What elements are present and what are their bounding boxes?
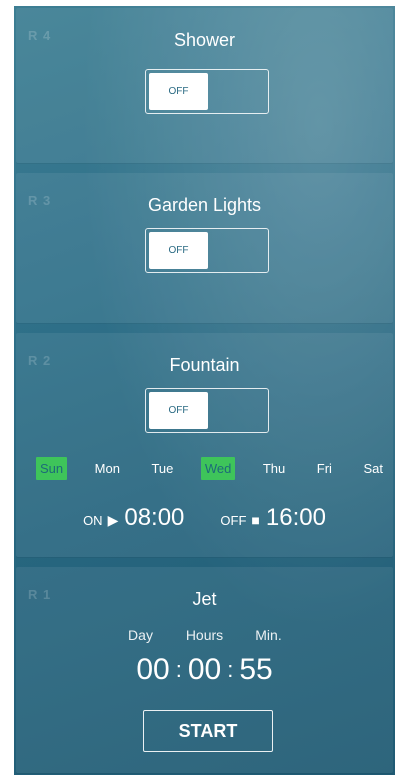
stop-icon: ■ (251, 512, 260, 528)
day-fri[interactable]: Fri (313, 457, 336, 480)
timer-head-hours: Hours (185, 627, 224, 643)
card-title: Shower (173, 30, 236, 50)
day-wed[interactable]: Wed (200, 457, 236, 480)
day-sun[interactable]: Sun (36, 457, 68, 480)
relay-card-fountain: R 2 Fountain OFF Sun Mon Tue Wed Thu Fri… (16, 333, 393, 557)
fountain-toggle[interactable]: OFF (145, 388, 269, 433)
timer-head-day: Day (128, 627, 153, 643)
day-sat[interactable]: Sat (359, 457, 387, 480)
timer-separator: : (175, 657, 182, 682)
card-title: Jet (192, 589, 217, 609)
timer-display: 00 : 00 : 55 (16, 653, 393, 687)
relay-card-shower: R 4 Shower OFF (16, 8, 393, 163)
timer-headers: Day Hours Min. (16, 627, 393, 643)
shower-toggle[interactable]: OFF (145, 69, 269, 114)
play-icon: ▶ (107, 512, 119, 528)
garden-lights-toggle[interactable]: OFF (145, 228, 269, 273)
off-time[interactable]: 16:00 (266, 504, 326, 532)
day-thu[interactable]: Thu (259, 457, 289, 480)
relay-card-jet: R 1 Jet Day Hours Min. 00 : 00 : 55 STAR… (16, 567, 393, 773)
off-label: OFF (220, 513, 247, 528)
relay-card-garden-lights: R 3 Garden Lights OFF (16, 173, 393, 323)
timer-min-value[interactable]: 55 (239, 653, 272, 687)
day-tue[interactable]: Tue (147, 457, 177, 480)
on-label: ON (83, 513, 103, 528)
day-mon[interactable]: Mon (91, 457, 124, 480)
timer-hours-value[interactable]: 00 (188, 653, 221, 687)
timer-day-value[interactable]: 00 (136, 653, 169, 687)
day-selector: Sun Mon Tue Wed Thu Fri Sat (36, 457, 387, 480)
card-title: Garden Lights (147, 195, 262, 215)
timer-head-min: Min. (255, 627, 282, 643)
timer-separator: : (227, 657, 234, 682)
toggle-knob: OFF (149, 232, 208, 269)
toggle-knob: OFF (149, 73, 208, 110)
schedule-row: ON ▶ 08:00 OFF ■ 16:00 (16, 504, 393, 532)
card-title: Fountain (169, 355, 240, 375)
app-screen: R 4 Shower OFF R 3 Garden Lights OFF R 2… (14, 6, 395, 775)
start-button[interactable]: START (143, 710, 273, 752)
toggle-knob: OFF (149, 392, 208, 429)
on-time[interactable]: 08:00 (124, 504, 184, 532)
